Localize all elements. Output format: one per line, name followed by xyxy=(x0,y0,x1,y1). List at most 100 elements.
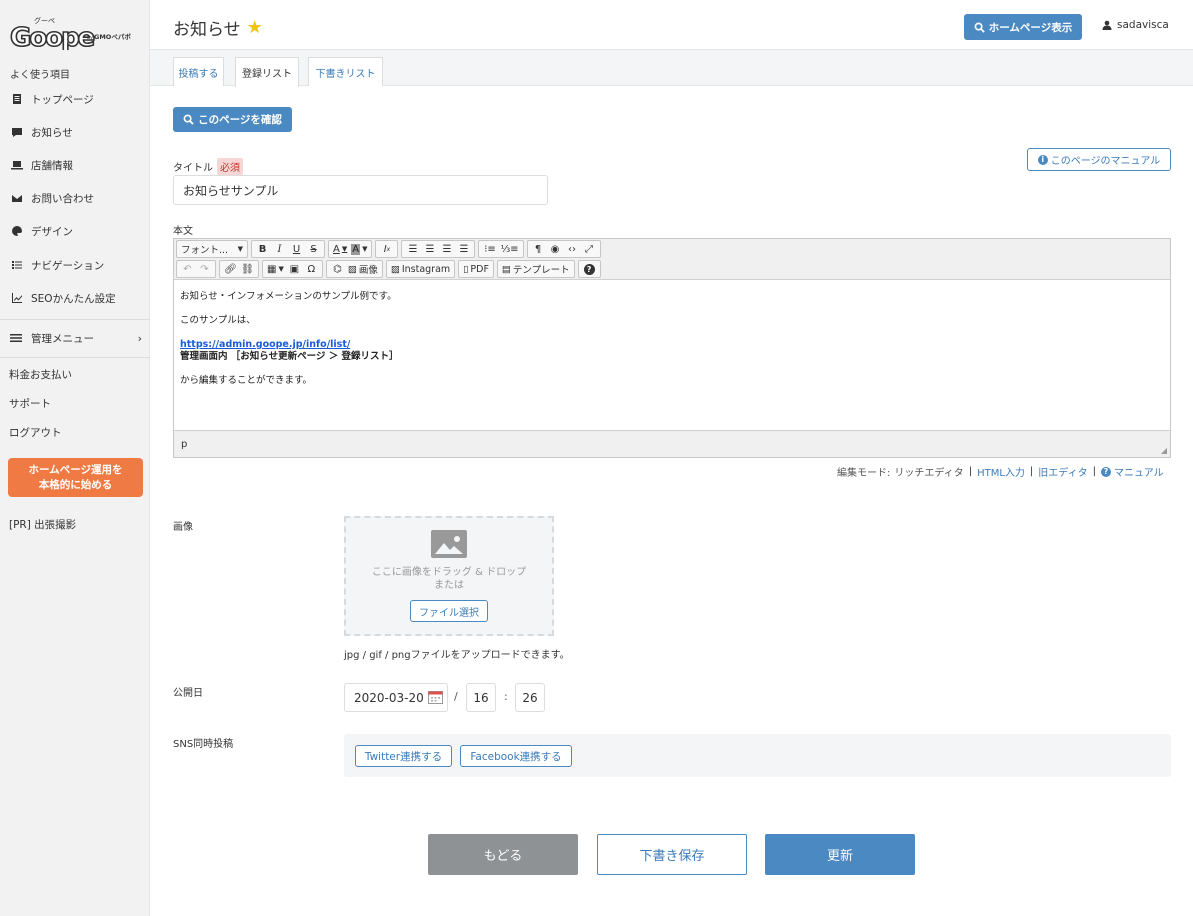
page-title: お知らせ ★ xyxy=(173,15,263,40)
svg-text:Goope: Goope xyxy=(10,23,95,50)
image-dropzone[interactable]: ここに画像をドラッグ & ドロップ または ファイル選択 xyxy=(344,516,554,636)
undo-icon[interactable]: ↶ xyxy=(179,261,196,277)
tab-draft-list[interactable]: 下書きリスト xyxy=(308,57,383,86)
unlink-icon[interactable]: ⛓︎ xyxy=(239,261,256,277)
html-input-link[interactable]: HTML入力 xyxy=(977,464,1025,479)
star-icon[interactable]: ★ xyxy=(247,17,263,38)
separator: | xyxy=(1092,466,1096,477)
confirm-page-button[interactable]: このページを確認 xyxy=(173,107,292,132)
page-title-text: お知らせ xyxy=(173,20,241,40)
sidebar-item-seo[interactable]: SEOかんたん設定 xyxy=(10,288,116,308)
sidebar-item-design[interactable]: デザイン xyxy=(10,221,73,241)
template-label: テンプレート xyxy=(512,265,570,276)
view-homepage-button[interactable]: ホームページ表示 xyxy=(964,14,1082,40)
old-editor-link[interactable]: 旧エディタ xyxy=(1038,464,1087,479)
publish-date-value: 2020-03-20 xyxy=(354,690,424,705)
font-dropdown[interactable]: フォント... ▼ xyxy=(176,240,248,258)
edit-mode-bar: 編集モード: リッチエディタ | HTML入力 | 旧エディタ | ? マニュア… xyxy=(837,464,1164,479)
align-left-icon[interactable]: ☰ xyxy=(404,241,421,257)
list-icon xyxy=(10,258,24,272)
template-icon: ▤ xyxy=(501,263,511,275)
goope-logo[interactable]: グーペ Goope by GMOペパボ xyxy=(10,14,140,50)
instagram-button[interactable]: ▨ Instagram xyxy=(389,261,452,277)
text-color-icon[interactable]: A ▼ xyxy=(331,241,349,257)
page-manual-button[interactable]: i このページのマニュアル xyxy=(1027,148,1171,171)
support-link[interactable]: サポート xyxy=(9,396,51,411)
info-icon: i xyxy=(1037,154,1048,165)
underline-icon[interactable]: U xyxy=(288,241,305,257)
admin-menu-toggle[interactable]: 管理メニュー › xyxy=(10,330,142,346)
separator: | xyxy=(968,466,973,477)
clear-format-icon[interactable]: Ix xyxy=(378,241,395,257)
link-group: 🔗︎ ⛓︎ xyxy=(219,260,259,278)
sidebar-item-navigation[interactable]: ナビゲーション xyxy=(10,255,104,275)
twitter-connect-button[interactable]: Twitter連携する xyxy=(355,745,452,767)
content-line: から編集することができます。 xyxy=(180,375,313,386)
facebook-connect-button[interactable]: Facebook連携する xyxy=(460,745,572,767)
manual-link[interactable]: マニュアル xyxy=(1114,464,1164,479)
sns-panel: Twitter連携する Facebook連携する xyxy=(344,734,1171,777)
element-path[interactable]: p xyxy=(181,439,187,450)
mail-icon xyxy=(10,191,24,205)
content-link[interactable]: https://admin.goope.jp/info/list/ xyxy=(180,339,1164,351)
align-center-icon[interactable]: ☰ xyxy=(421,241,438,257)
binoculars-icon[interactable]: ⌬ xyxy=(329,261,346,277)
sidebar-item-label: ナビゲーション xyxy=(31,259,105,272)
template-button[interactable]: ▤ テンプレート xyxy=(500,261,572,277)
italic-icon[interactable]: I xyxy=(271,241,288,257)
strikethrough-icon[interactable]: S xyxy=(305,241,322,257)
title-input[interactable]: お知らせサンプル xyxy=(173,175,548,205)
date-time-separator: / xyxy=(454,690,458,703)
back-button[interactable]: もどる xyxy=(428,834,578,875)
editor-content[interactable]: お知らせ・インフォメーションのサンプル例です。 このサンプルは、 https:/… xyxy=(174,280,1170,430)
preview-icon[interactable]: ◉ xyxy=(547,241,564,257)
minute-input[interactable]: 26 xyxy=(515,683,545,712)
image-button[interactable]: ▨ 画像 xyxy=(346,261,380,277)
update-button[interactable]: 更新 xyxy=(765,834,915,875)
save-draft-button[interactable]: 下書き保存 xyxy=(597,834,747,875)
link-icon[interactable]: 🔗︎ xyxy=(222,261,239,277)
pr-photo-link[interactable]: [PR] 出張撮影 xyxy=(9,517,76,532)
tab-registered-list[interactable]: 登録リスト xyxy=(235,57,299,87)
user-menu[interactable]: sadavisca xyxy=(1102,19,1169,31)
bg-color-icon[interactable]: A ▼ xyxy=(349,241,369,257)
start-full-operation-button[interactable]: ホームページ運用を 本格的に始める xyxy=(8,458,143,497)
pdf-button[interactable]: ▯ PDF xyxy=(461,261,491,277)
align-right-icon[interactable]: ☰ xyxy=(438,241,455,257)
caret-down-icon: ▼ xyxy=(237,245,243,253)
bold-icon[interactable]: B xyxy=(254,241,271,257)
sidebar-item-top-page[interactable]: トップページ xyxy=(10,89,94,109)
numbered-list-icon[interactable]: ⅓≡ xyxy=(498,241,520,257)
sidebar-item-contact[interactable]: お問い合わせ xyxy=(10,188,94,208)
header: お知らせ ★ ホームページ表示 sadavisca xyxy=(150,0,1193,50)
sidebar-item-news[interactable]: お知らせ xyxy=(10,122,73,142)
bullet-list-icon[interactable]: ⁝≡ xyxy=(481,241,498,257)
tab-post[interactable]: 投稿する xyxy=(173,57,224,86)
redo-icon[interactable]: ↷ xyxy=(196,261,213,277)
sidebar: グーペ Goope by GMOペパボ よく使う項目 トップページ お知らせ 店… xyxy=(0,0,150,916)
time-separator: : xyxy=(504,690,508,703)
logout-link[interactable]: ログアウト xyxy=(9,425,62,440)
resize-handle-icon[interactable]: ◢ xyxy=(1161,446,1167,455)
chart-icon xyxy=(10,291,24,305)
sidebar-item-store-info[interactable]: 店舗情報 xyxy=(10,155,73,175)
media-icon[interactable]: ▣ xyxy=(286,261,303,277)
omega-icon[interactable]: Ω xyxy=(303,261,320,277)
editor-status-bar: p ◢ xyxy=(174,430,1170,457)
align-justify-icon[interactable]: ☰ xyxy=(455,241,472,257)
paragraph-icon[interactable]: ¶ xyxy=(530,241,547,257)
rich-text-editor: フォント... ▼ B I U S A ▼ A ▼ Ix ☰ ☰ ☰ ☰ ⁝≡ … xyxy=(173,238,1171,458)
payment-link[interactable]: 料金お支払い xyxy=(9,367,72,382)
code-icon[interactable]: ‹› xyxy=(564,241,581,257)
file-select-button[interactable]: ファイル選択 xyxy=(410,600,488,622)
favorites-heading: よく使う項目 xyxy=(10,70,70,81)
image-placeholder-icon xyxy=(431,530,467,558)
table-icon[interactable]: ▦ ▼ xyxy=(265,261,286,277)
publish-date-input[interactable]: 2020-03-20 xyxy=(344,683,448,712)
calendar-icon[interactable] xyxy=(428,690,443,704)
hour-input[interactable]: 16 xyxy=(466,683,496,712)
title-label-text: タイトル xyxy=(173,163,213,174)
fullscreen-icon[interactable]: ⤢ xyxy=(581,241,598,257)
help-icon[interactable]: ? xyxy=(581,261,598,277)
publish-date-label: 公開日 xyxy=(173,688,203,699)
